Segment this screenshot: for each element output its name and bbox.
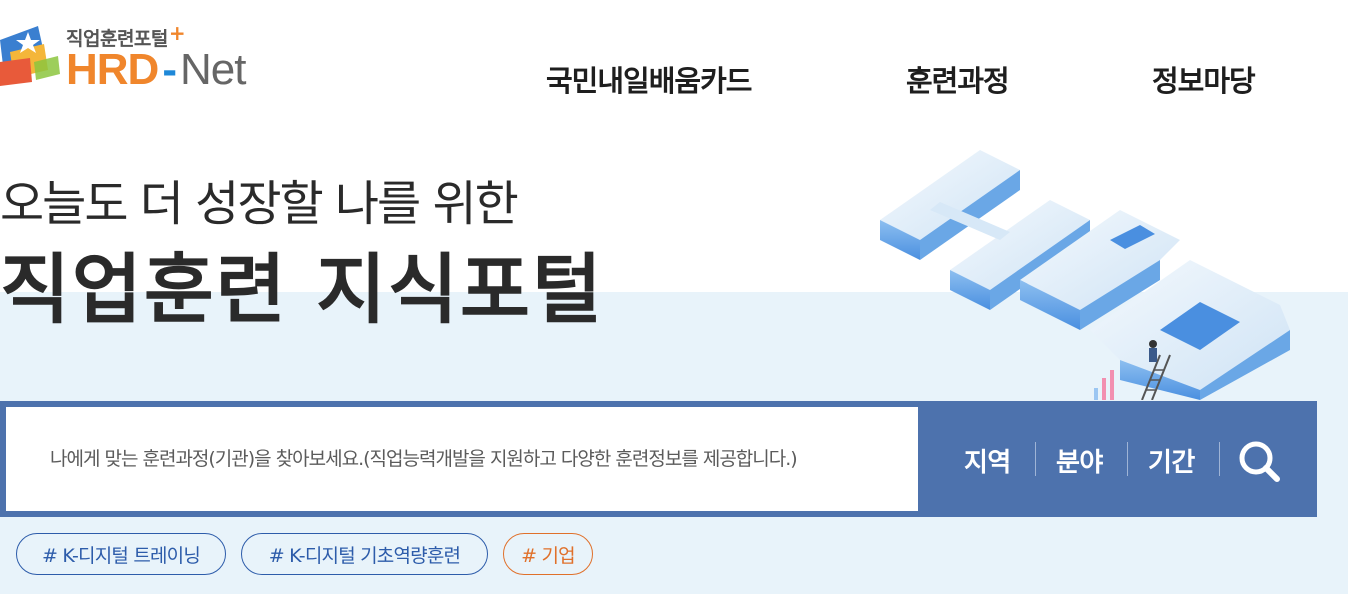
divider [1035, 442, 1036, 476]
search-input[interactable] [6, 407, 918, 511]
filter-period-button[interactable]: 기간 [1148, 442, 1195, 479]
logo[interactable]: 직업훈련포털+ HRD-Net [0, 18, 290, 98]
nav-item-card[interactable]: 국민내일배움카드 [546, 58, 752, 100]
search-bar [0, 401, 1317, 517]
hero-title: 직업훈련 지식포털 [0, 245, 604, 334]
search-icon[interactable] [1234, 436, 1284, 486]
filter-region-button[interactable]: 지역 [964, 442, 1011, 479]
logo-hrd: HRD [66, 45, 159, 94]
search-input-wrapper [6, 407, 918, 511]
logo-mark-icon [0, 26, 60, 86]
divider [1127, 442, 1128, 476]
nav-item-info[interactable]: 정보마당 [1152, 58, 1256, 100]
logo-net: Net [179, 45, 246, 94]
logo-plus: + [168, 21, 186, 45]
tag-k-digital-training[interactable]: # K-디지털 트레이닝 [16, 533, 226, 575]
nav-item-courses[interactable]: 훈련과정 [906, 58, 1010, 100]
hero-subtitle: 오늘도 더 성장할 나를 위한 [0, 176, 519, 232]
divider [1219, 442, 1220, 476]
filter-field-button[interactable]: 분야 [1056, 442, 1103, 479]
logo-wordmark: HRD-Net [66, 45, 246, 94]
hrd-3d-illustration [880, 150, 1290, 400]
tag-company[interactable]: # 기업 [503, 533, 593, 575]
logo-dash: - [162, 45, 177, 94]
tag-k-digital-basic[interactable]: # K-디지털 기초역량훈련 [241, 533, 488, 575]
